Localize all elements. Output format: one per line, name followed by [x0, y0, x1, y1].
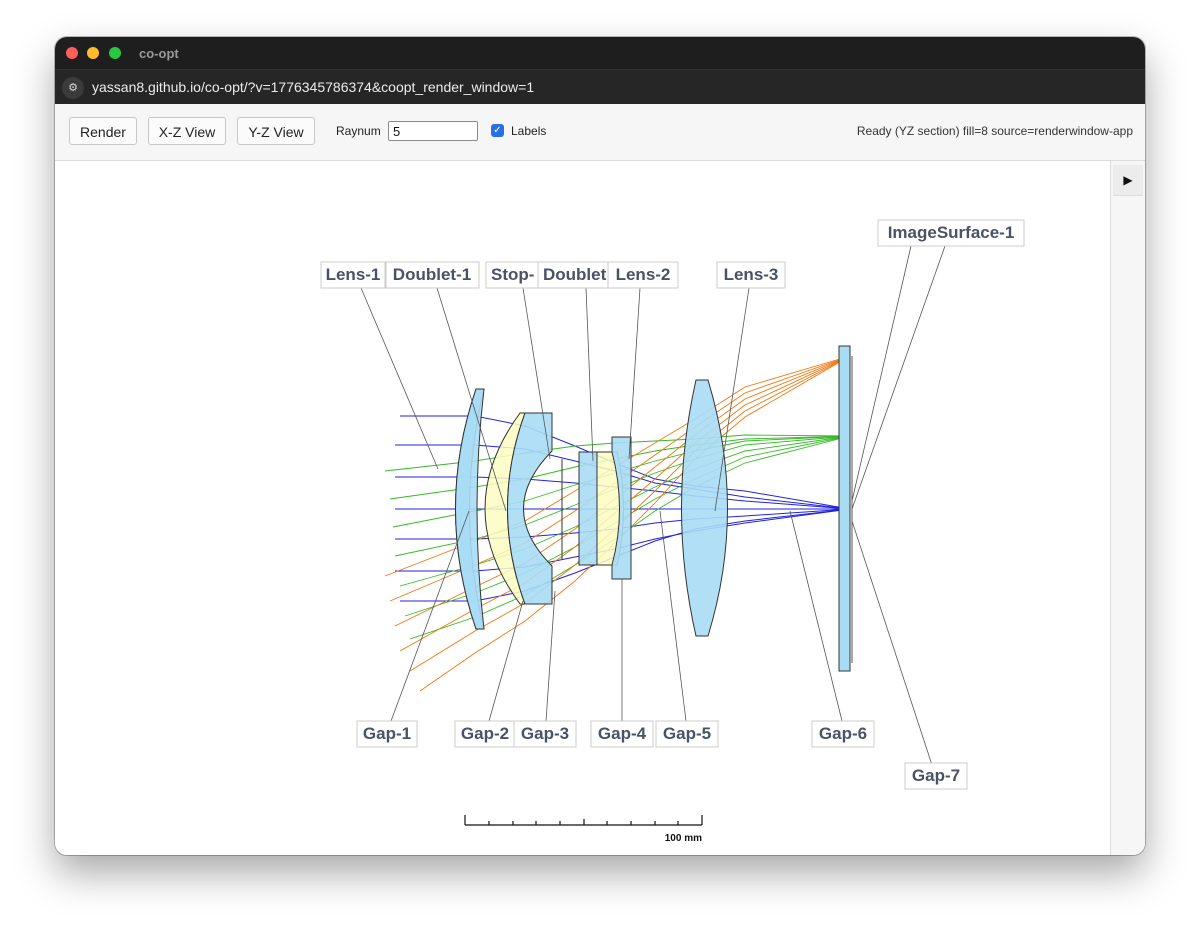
- raynum-label: Raynum: [336, 124, 381, 138]
- label-gap-6: Gap-6: [819, 724, 867, 743]
- toolbar: Render X-Z View Y-Z View Raynum ✓ Labels…: [55, 104, 1145, 161]
- render-canvas[interactable]: Lens-1 Doublet-1 Stop- Doublet Lens-2 Le…: [55, 161, 1110, 855]
- zoom-window-button[interactable]: [109, 47, 121, 59]
- labels-checkbox[interactable]: ✓: [491, 124, 504, 137]
- labels-checkbox-label: Labels: [511, 124, 547, 138]
- label-lens-1: Lens-1: [326, 265, 381, 284]
- app-window: co-opt ⚙ yassan8.github.io/co-opt/?v=177…: [55, 37, 1145, 855]
- label-lens-3: Lens-3: [724, 265, 779, 284]
- play-triangle-icon[interactable]: ▶: [1113, 165, 1143, 196]
- label-doublet-1: Doublet-1: [393, 265, 471, 284]
- url-text[interactable]: yassan8.github.io/co-opt/?v=177634578637…: [92, 79, 534, 95]
- side-panel: ▶: [1110, 161, 1145, 855]
- label-lens-2: Lens-2: [616, 265, 671, 284]
- label-image-surface-1: ImageSurface-1: [888, 223, 1015, 242]
- top-labels: Lens-1 Doublet-1 Stop- Doublet Lens-2 Le…: [320, 219, 1025, 289]
- scale-bar: [464, 815, 703, 826]
- address-bar: ⚙ yassan8.github.io/co-opt/?v=1776345786…: [55, 69, 1145, 105]
- title-bar: co-opt: [55, 37, 1145, 69]
- scale-bar-label: 100 mm: [665, 833, 702, 844]
- xz-view-button[interactable]: X-Z View: [148, 117, 226, 145]
- label-gap-4: Gap-4: [598, 724, 647, 743]
- label-doublet-2: Doublet: [543, 265, 607, 284]
- label-stop: Stop-: [491, 265, 534, 284]
- label-gap-1: Gap-1: [363, 724, 411, 743]
- render-button[interactable]: Render: [69, 117, 137, 145]
- doublet-2-front-element: [578, 451, 598, 566]
- lens-3-element: [681, 379, 728, 637]
- label-gap-2: Gap-2: [461, 724, 509, 743]
- status-text: Ready (YZ section) fill=8 source=renderw…: [856, 124, 1133, 138]
- yz-view-button[interactable]: Y-Z View: [237, 117, 315, 145]
- raynum-input[interactable]: [388, 121, 478, 141]
- bottom-labels: Gap-1 Gap-2 Gap-3 Gap-4 Gap-5 Gap-6 Gap-…: [356, 720, 968, 790]
- minimize-window-button[interactable]: [87, 47, 99, 59]
- site-settings-icon[interactable]: ⚙: [62, 77, 84, 99]
- label-gap-7: Gap-7: [912, 766, 960, 785]
- lens-layout-diagram: Lens-1 Doublet-1 Stop- Doublet Lens-2 Le…: [320, 219, 1025, 844]
- image-surface: [838, 345, 851, 672]
- label-gap-5: Gap-5: [663, 724, 711, 743]
- close-window-button[interactable]: [66, 47, 78, 59]
- window-title: co-opt: [139, 46, 179, 61]
- label-gap-3: Gap-3: [521, 724, 569, 743]
